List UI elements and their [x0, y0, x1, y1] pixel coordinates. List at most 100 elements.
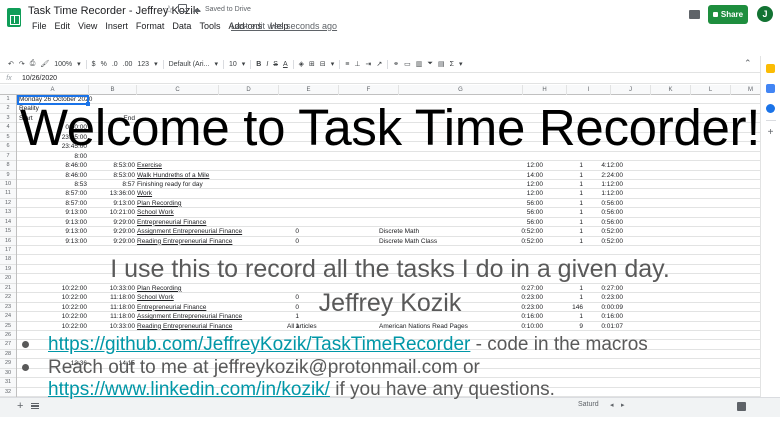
cell-g[interactable]: Discrete Math: [379, 227, 419, 236]
cell-end[interactable]: 13:36:00: [89, 189, 137, 198]
cell-start[interactable]: 8:46:00: [17, 161, 89, 170]
tasks-icon[interactable]: [766, 84, 775, 93]
font-select[interactable]: Default (Ari...: [169, 61, 210, 68]
cell-d[interactable]: 0: [279, 237, 299, 246]
menu-item-tools[interactable]: Tools: [195, 20, 224, 32]
horizontal-align-icon[interactable]: ≡: [345, 61, 349, 68]
cell-task[interactable]: Reading Entrepreneurial Finance: [137, 237, 232, 246]
column-header-k[interactable]: K: [651, 85, 691, 95]
cell-j[interactable]: 4:12:00: [583, 161, 623, 170]
font-size-select[interactable]: 10: [229, 61, 237, 68]
percent-format-button[interactable]: %: [101, 61, 107, 68]
row-number[interactable]: 30: [0, 369, 16, 379]
cell-task[interactable]: Walk Hundreths of a Mile: [137, 171, 209, 180]
zoom-select[interactable]: 100%: [54, 61, 72, 68]
row-number[interactable]: 28: [0, 350, 16, 360]
cell-h[interactable]: 56:00: [503, 218, 543, 227]
move-folder-icon[interactable]: [178, 4, 187, 12]
menu-item-edit[interactable]: Edit: [51, 20, 75, 32]
more-formats-button[interactable]: 123: [137, 61, 149, 68]
column-header-c[interactable]: C: [137, 85, 219, 95]
column-header-j[interactable]: J: [611, 85, 651, 95]
cell-h[interactable]: 14:00: [503, 171, 543, 180]
menu-item-data[interactable]: Data: [168, 20, 195, 32]
cell-task[interactable]: Reading Entrepreneurial Finance: [137, 322, 232, 331]
row-number[interactable]: 25: [0, 322, 16, 331]
cell-end[interactable]: 8:53:00: [89, 161, 137, 170]
filter-icon[interactable]: ⏷: [427, 60, 433, 68]
column-header-g[interactable]: G: [399, 85, 523, 95]
menu-item-view[interactable]: View: [74, 20, 101, 32]
cell-i[interactable]: 1: [547, 180, 583, 189]
cell-i[interactable]: 9: [547, 322, 583, 331]
cell-task[interactable]: Assignment Entrepreneurial Finance: [137, 227, 242, 236]
cell-j[interactable]: 1:12:00: [583, 189, 623, 198]
undo-icon[interactable]: ↶: [8, 60, 14, 68]
column-header-e[interactable]: E: [279, 85, 339, 95]
formula-input[interactable]: 10/26/2020: [18, 75, 57, 82]
cell-h[interactable]: 12:00: [503, 180, 543, 189]
cell-i[interactable]: 1: [547, 171, 583, 180]
cell-end[interactable]: 10:21:00: [89, 208, 137, 217]
cell-end[interactable]: 9:29:00: [89, 227, 137, 236]
cell-end[interactable]: 8:53:00: [89, 171, 137, 180]
insert-comment-icon[interactable]: ▭: [404, 60, 411, 68]
cell-h[interactable]: 0:52:00: [503, 237, 543, 246]
decrease-decimal-button[interactable]: .0: [112, 61, 118, 68]
cell-start[interactable]: 8:46:00: [17, 171, 89, 180]
cell-start[interactable]: 9:13:00: [17, 227, 89, 236]
cell-task[interactable]: Plan Recording: [137, 199, 181, 208]
row-number[interactable]: 10: [0, 180, 16, 190]
cell-j[interactable]: 0:56:00: [583, 199, 623, 208]
text-rotation-icon[interactable]: ↗: [376, 60, 382, 68]
cell-task[interactable]: School Work: [137, 208, 174, 217]
share-button[interactable]: Share: [708, 5, 748, 24]
cell-start[interactable]: 9:13:00: [17, 208, 89, 217]
cell-j[interactable]: 0:56:00: [583, 218, 623, 227]
github-link[interactable]: https://github.com/JeffreyKozik/TaskTime…: [48, 334, 470, 355]
cell-end[interactable]: 9:29:00: [89, 237, 137, 246]
scroll-tabs-left-icon[interactable]: ◂: [610, 401, 614, 409]
print-icon[interactable]: ⎙: [30, 60, 36, 68]
cell-task[interactable]: Entrepreneurial Finance: [137, 218, 206, 227]
cell-i[interactable]: 1: [547, 161, 583, 170]
scroll-tabs-right-icon[interactable]: ▸: [621, 401, 625, 409]
functions-icon[interactable]: Σ: [450, 61, 454, 68]
menu-item-format[interactable]: Format: [132, 20, 169, 32]
text-color-button[interactable]: A: [283, 61, 288, 68]
collapse-toolbar-icon[interactable]: ⌃: [744, 58, 752, 69]
text-wrap-icon[interactable]: ⇥: [366, 60, 372, 68]
cell-end[interactable]: 10:33:00: [89, 322, 137, 331]
row-number[interactable]: 16: [0, 237, 16, 246]
cell-task[interactable]: Exercise: [137, 161, 162, 170]
cell-start[interactable]: 8:53: [17, 180, 89, 189]
column-header-b[interactable]: B: [89, 85, 137, 95]
column-header-a[interactable]: A: [17, 85, 89, 95]
avatar[interactable]: J: [757, 6, 773, 22]
column-header-f[interactable]: F: [339, 85, 399, 95]
cell-h[interactable]: 0:10:00: [503, 322, 543, 331]
redo-icon[interactable]: ↷: [19, 60, 25, 68]
cell-task[interactable]: Work: [137, 189, 152, 198]
cell-start[interactable]: 8:57:00: [17, 189, 89, 198]
cell-start[interactable]: 9:13:00: [17, 237, 89, 246]
cell-start[interactable]: 9:13:00: [17, 218, 89, 227]
cell-f[interactable]: All articles: [287, 322, 317, 331]
cell-task[interactable]: Finishing ready for day: [137, 180, 203, 189]
cell-j[interactable]: 2:24:00: [583, 171, 623, 180]
row-number[interactable]: 11: [0, 189, 16, 199]
add-sheet-button[interactable]: +: [17, 400, 23, 412]
keep-icon[interactable]: [766, 64, 775, 73]
borders-icon[interactable]: ⊞: [309, 60, 315, 68]
row-number[interactable]: 32: [0, 388, 16, 397]
explore-icon[interactable]: [737, 402, 746, 411]
comments-icon[interactable]: [689, 10, 700, 19]
cell-j[interactable]: 1:12:00: [583, 180, 623, 189]
cell-i[interactable]: 1: [547, 227, 583, 236]
insert-chart-icon[interactable]: ▥: [416, 60, 423, 68]
filter-views-icon[interactable]: ▤: [438, 60, 445, 68]
vertical-align-icon[interactable]: ⊥: [354, 60, 360, 68]
cell-j[interactable]: 0:52:00: [583, 237, 623, 246]
menu-item-file[interactable]: File: [28, 20, 51, 32]
increase-decimal-button[interactable]: .00: [123, 61, 133, 68]
